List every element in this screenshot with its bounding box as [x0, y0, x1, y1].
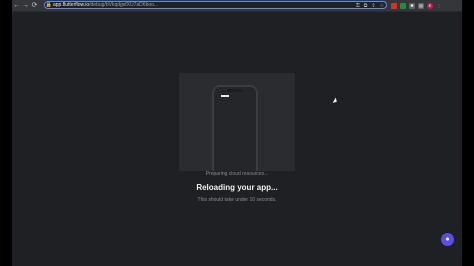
- kebab-menu-icon[interactable]: ⋮: [436, 3, 442, 9]
- back-button[interactable]: ←: [12, 0, 21, 11]
- sidebar-icon[interactable]: ▤: [418, 2, 424, 9]
- mouse-cursor-icon: [332, 97, 339, 105]
- address-bar-actions: ⚿ ⧉ ⇪ ☆: [356, 2, 384, 10]
- screen-edge-right: [462, 0, 474, 266]
- device-preview: [179, 73, 295, 171]
- url-path: /debug/bVkqdgsfXU7aD6boo...: [89, 2, 159, 8]
- extension-green-icon[interactable]: [400, 2, 406, 9]
- chat-bubble-icon[interactable]: ●: [441, 233, 454, 246]
- star-icon[interactable]: ☆: [380, 2, 384, 10]
- browser-window: ← → ⟳ 🔒 app.flutterflow.io/debug/bVkqdgs…: [12, 0, 462, 266]
- open-in-app-icon[interactable]: ⧉: [364, 2, 368, 10]
- url-text[interactable]: app.flutterflow.io/debug/bVkqdgsfXU7aD6b…: [53, 1, 158, 9]
- browser-toolbar: ← → ⟳ 🔒 app.flutterflow.io/debug/bVkqdgs…: [12, 0, 462, 12]
- loading-bar: [221, 95, 229, 97]
- extension-red-icon[interactable]: [391, 2, 397, 9]
- forward-button[interactable]: →: [21, 0, 30, 11]
- page-content: Preparing cloud resources... Reloading y…: [12, 12, 462, 266]
- share-icon[interactable]: ⇪: [371, 2, 375, 10]
- loading-subtitle: This should take under 10 seconds.: [197, 197, 277, 203]
- loading-status-text: Preparing cloud resources...: [205, 171, 269, 177]
- screen-edge-left: [0, 0, 12, 266]
- lock-icon: 🔒: [45, 2, 53, 8]
- key-icon[interactable]: ⚿: [356, 2, 360, 10]
- puzzle-icon[interactable]: ✱: [409, 2, 415, 9]
- phone-notch: [227, 89, 243, 92]
- url-host: app.flutterflow.io: [53, 2, 90, 8]
- reload-button[interactable]: ⟳: [30, 0, 39, 11]
- phone-frame-icon: [212, 85, 258, 171]
- extension-area: ✱ ▤ E ⋮: [391, 1, 442, 10]
- loading-title: Reloading your app...: [196, 183, 278, 192]
- address-bar[interactable]: 🔒 app.flutterflow.io/debug/bVkqdgsfXU7aD…: [44, 1, 387, 9]
- profile-avatar[interactable]: E: [427, 2, 433, 9]
